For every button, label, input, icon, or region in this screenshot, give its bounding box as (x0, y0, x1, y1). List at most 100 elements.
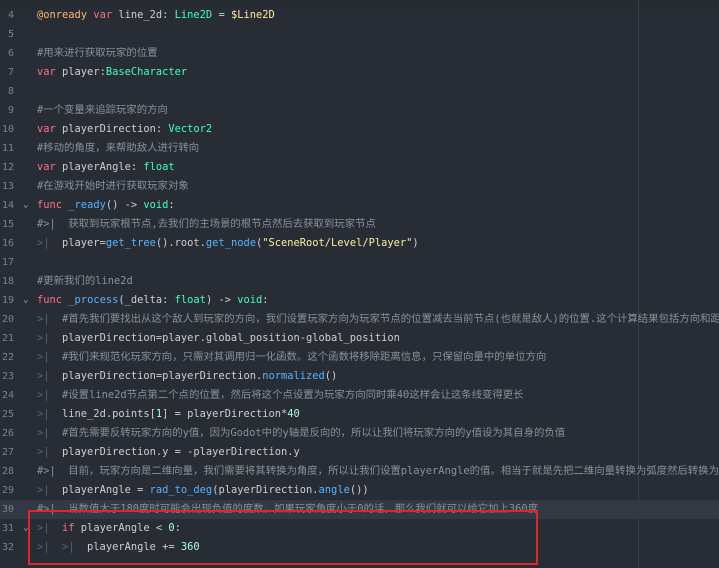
code-token: #一个变量来追踪玩家的方向 (37, 104, 168, 116)
code-token: () (324, 370, 338, 382)
code-token: #>| 目前，玩家方向是二维向量，我们需要将其转换为角度，所以让我们设置play… (37, 465, 719, 477)
code-token: var (93, 9, 113, 21)
code-token: = (212, 9, 231, 21)
code-token: 40 (287, 408, 300, 420)
code-text: #更新我们的line2d (37, 272, 133, 291)
code-line[interactable]: 15 #>| 获取到玩家根节点,去我们的主场景的根节点然后去获取到玩家节点 (0, 215, 719, 234)
code-token: ()) (349, 484, 369, 496)
code-line[interactable]: 16 >| player=get_tree().root.get_node("Sc… (0, 234, 719, 253)
code-token: #设置line2d节点第二个点的位置，然后将这个点设置为玩家方向同时乘40这样会… (62, 389, 524, 401)
code-text: >| playerDirection=player.global_positio… (37, 329, 400, 348)
code-text: >| #我们来规范化玩家方向，只需对其调用归一化函数。这个函数将移除距离信息，只… (37, 348, 546, 367)
code-token: line_2d.points[ (62, 408, 156, 420)
code-token: void (143, 199, 169, 211)
code-text: #>| 获取到玩家根节点,去我们的主场景的根节点然后去获取到玩家节点 (37, 215, 376, 234)
code-line[interactable]: 18 #更新我们的line2d (0, 272, 719, 291)
code-text: var playerDirection: Vector2 (37, 120, 212, 139)
code-token: line_2d: (112, 9, 175, 21)
line-number: 9 (7, 105, 14, 116)
code-token: _process (68, 294, 119, 306)
code-token: playerAngle = (62, 484, 150, 496)
code-token: #>| 当数值大于180度时可能会出现负值的度数，如果玩家角度小于0的话，那么我… (37, 503, 539, 515)
code-line[interactable]: 27 >| playerDirection.y = -playerDirectio… (0, 443, 719, 462)
code-line[interactable]: 22 >| #我们来规范化玩家方向，只需对其调用归一化函数。这个函数将移除距离信息… (0, 348, 719, 367)
code-token: get_tree (105, 237, 156, 249)
code-line[interactable]: 5 (0, 25, 719, 44)
code-token: #移动的角度，来帮助敌人进行转向 (37, 142, 200, 154)
line-number: 4 (7, 10, 14, 21)
code-line[interactable]: 11 #移动的角度，来帮助敌人进行转向 (0, 139, 719, 158)
code-token: >| (37, 351, 63, 363)
code-line[interactable]: 10 var playerDirection: Vector2 (0, 120, 719, 139)
code-text: #移动的角度，来帮助敌人进行转向 (37, 139, 199, 158)
code-line[interactable]: 12 var playerAngle: float (0, 158, 719, 177)
fold-chevron-icon[interactable]: ⌄ (23, 519, 33, 538)
code-line[interactable]: 28 #>| 目前，玩家方向是二维向量，我们需要将其转换为角度，所以让我们设置pl… (0, 462, 719, 481)
code-line[interactable]: 21 >| playerDirection=player.global_posit… (0, 329, 719, 348)
code-line[interactable]: 31 ⌄ >| if playerAngle < 0: (0, 519, 719, 538)
code-line[interactable]: 14 ⌄ func _ready() -> void: (0, 196, 719, 215)
code-token: _ready (68, 199, 106, 211)
code-line[interactable]: 6 #用来进行获取玩家的位置 (0, 44, 719, 63)
code-token: float (143, 161, 175, 173)
line-number: 11 (1, 143, 14, 154)
code-token: Line2D (174, 9, 213, 21)
code-token: void (237, 294, 263, 306)
line-number: 7 (7, 67, 14, 78)
code-text: func _ready() -> void: (37, 196, 175, 215)
code-line[interactable]: 7 var player:BaseCharacter (0, 63, 719, 82)
code-line[interactable]: 29 >| playerAngle = rad_to_deg(playerDire… (0, 481, 719, 500)
fold-chevron-icon[interactable]: ⌄ (23, 291, 33, 310)
line-number: 24 (1, 390, 14, 401)
code-text: var playerAngle: float (37, 158, 175, 177)
code-token: if (62, 522, 75, 534)
code-text: #>| 目前，玩家方向是二维向量，我们需要将其转换为角度，所以让我们设置play… (37, 462, 719, 481)
code-line[interactable]: 26 >| #首先需要反转玩家方向的y值，因为Godot中的y轴是反向的，所以让我… (0, 424, 719, 443)
code-text: >| #首先需要反转玩家方向的y值，因为Godot中的y轴是反向的，所以让我们将… (37, 424, 565, 443)
line-number: 16 (1, 238, 14, 249)
code-token: : (262, 294, 269, 306)
code-line[interactable]: 8 (0, 82, 719, 101)
code-token: #在游戏开始时进行获取玩家对象 (37, 180, 189, 192)
code-token: (_delta: (118, 294, 175, 306)
code-line[interactable]: 9 #一个变量来追踪玩家的方向 (0, 101, 719, 120)
code-token: playerDirection=player.global_position-g… (62, 332, 400, 344)
code-token: >| (37, 237, 63, 249)
code-line[interactable]: 32 >| >| playerAngle += 360 (0, 538, 719, 557)
code-token: #首先我们要找出从这个敌人到玩家的方向，我们设置玩家方向为玩家节点的位置减去当前… (62, 313, 719, 325)
fold-chevron-icon[interactable]: ⌄ (23, 196, 33, 215)
code-text: #>| 当数值大于180度时可能会出现负值的度数，如果玩家角度小于0的话，那么我… (37, 500, 538, 519)
line-number: 31 (1, 523, 14, 534)
code-token: (playerDirection. (212, 484, 319, 496)
code-line[interactable]: 4 @onready var line_2d: Line2D = $Line2D (0, 6, 719, 25)
code-token: >| (37, 370, 63, 382)
code-text: @onready var line_2d: Line2D = $Line2D (37, 6, 275, 25)
code-token: : (174, 522, 181, 534)
code-token: "SceneRoot/Level/Player" (262, 237, 413, 249)
code-line[interactable]: 24 >| #设置line2d节点第二个点的位置，然后将这个点设置为玩家方向同时乘… (0, 386, 719, 405)
code-editor[interactable]: 4 @onready var line_2d: Line2D = $Line2D 5… (0, 0, 719, 568)
code-token: >| (37, 522, 63, 534)
code-text: >| playerDirection=playerDirection.norma… (37, 367, 337, 386)
code-line[interactable]: 17 (0, 253, 719, 272)
code-text: func _process(_delta: float) -> void: (37, 291, 269, 310)
code-text: #一个变量来追踪玩家的方向 (37, 101, 168, 120)
code-line[interactable]: 25 >| line_2d.points[1] = playerDirection… (0, 405, 719, 424)
code-text: >| player=get_tree().root.get_node("Scen… (37, 234, 419, 253)
code-line[interactable]: 19 ⌄ func _process(_delta: float) -> void: (0, 291, 719, 310)
code-text: >| #设置line2d节点第二个点的位置，然后将这个点设置为玩家方向同时乘40… (37, 386, 524, 405)
line-number: 13 (1, 181, 14, 192)
code-token: >| (37, 313, 63, 325)
code-text: #用来进行获取玩家的位置 (37, 44, 158, 63)
code-token: rad_to_deg (149, 484, 213, 496)
code-line[interactable]: 30 #>| 当数值大于180度时可能会出现负值的度数，如果玩家角度小于0的话，那… (0, 500, 719, 519)
code-line[interactable]: 20 >| #首先我们要找出从这个敌人到玩家的方向，我们设置玩家方向为玩家节点的位… (0, 310, 719, 329)
code-text: >| playerDirection.y = -playerDirection.… (37, 443, 300, 462)
code-line[interactable]: 23 >| playerDirection=playerDirection.nor… (0, 367, 719, 386)
line-number: 20 (1, 314, 14, 325)
code-line[interactable]: 13 #在游戏开始时进行获取玩家对象 (0, 177, 719, 196)
code-text: >| >| playerAngle += 360 (37, 538, 200, 557)
code-text: >| if playerAngle < 0: (37, 519, 181, 538)
code-token: var (37, 66, 56, 78)
line-number: 23 (1, 371, 14, 382)
